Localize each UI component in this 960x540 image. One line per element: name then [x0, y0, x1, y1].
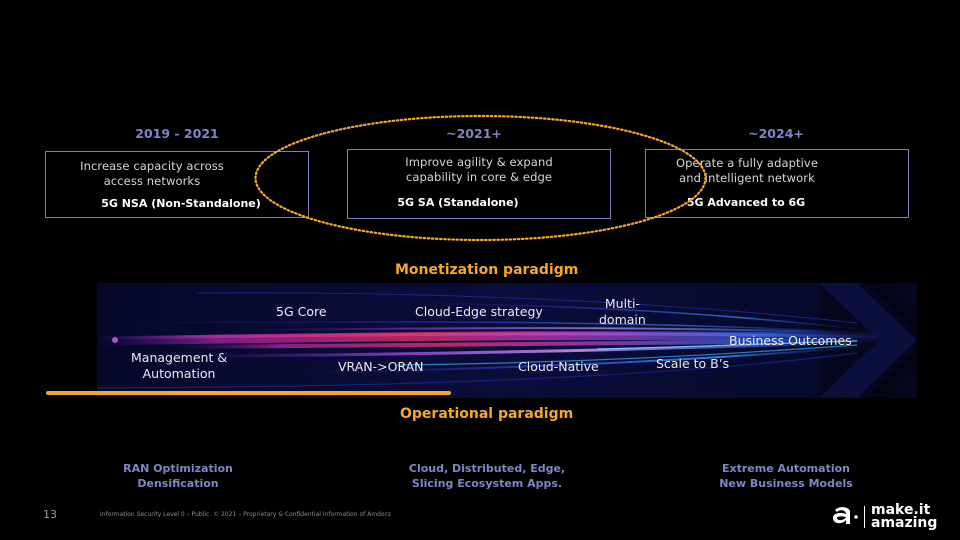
- outcome-1-line-2: Densification: [137, 477, 219, 490]
- label-management-line-2: Automation: [142, 366, 216, 381]
- page-number: 13: [43, 508, 57, 521]
- outcome-3-line-2: New Business Models: [719, 477, 853, 490]
- amdocs-logo: make.it amazing: [832, 501, 952, 533]
- label-multi-domain-line-2: domain: [599, 312, 646, 327]
- legal-notice: Information Security Level 0 – Public. ©…: [100, 511, 392, 518]
- logo-tagline-line-2: amazing: [871, 515, 938, 531]
- outcome-3-line-1: Extreme Automation: [722, 462, 850, 475]
- label-vran-oran: VRAN->ORAN: [338, 359, 424, 374]
- amdocs-a-mark-icon: [833, 507, 858, 524]
- operational-paradigm-label: Operational paradigm: [400, 406, 574, 422]
- label-scale-to-bs: Scale to B’s: [656, 356, 730, 371]
- outcome-2-line-1: Cloud, Distributed, Edge,: [408, 462, 566, 475]
- outcome-3: Extreme Automation New Business Models: [686, 461, 886, 491]
- outcome-1: RAN Optimization Densification: [78, 461, 278, 491]
- label-management-line-1: Management &: [131, 350, 228, 365]
- label-business-outcomes: Business Outcomes: [729, 333, 852, 348]
- outcome-2: Cloud, Distributed, Edge, Slicing Ecosys…: [367, 461, 607, 491]
- logo-tagline: make.it amazing: [871, 503, 938, 531]
- logo-divider: [864, 506, 865, 528]
- label-5g-core: 5G Core: [276, 304, 327, 319]
- label-cloud-edge-strategy: Cloud-Edge strategy: [415, 304, 543, 319]
- label-multi-domain-line-1: Multi-: [604, 296, 640, 311]
- outcome-1-line-1: RAN Optimization: [123, 462, 233, 475]
- operational-paradigm-bar: [46, 391, 451, 395]
- label-multi-domain: Multi- domain: [599, 296, 646, 328]
- label-management-automation: Management & Automation: [131, 350, 227, 382]
- outcome-2-line-2: Slicing Ecosystem Apps.: [411, 477, 563, 490]
- monetization-paradigm-label: Monetization paradigm: [395, 262, 579, 278]
- label-cloud-native: Cloud-Native: [518, 359, 599, 374]
